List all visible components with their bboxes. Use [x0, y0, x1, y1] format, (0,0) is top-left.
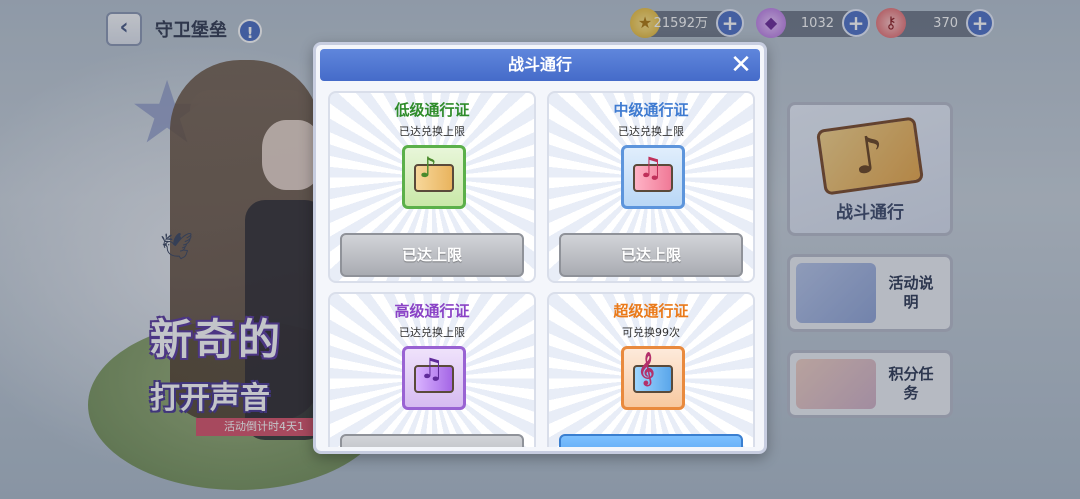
dialog-title: 战斗通行 [507, 55, 572, 74]
pass-card-intermediate: 中级通行证 已达兑换上限 ♫ 已达上限 [547, 91, 755, 283]
pass-status: 已达兑换上限 [399, 125, 465, 138]
pass-card-basic: 低级通行证 已达兑换上限 ♪ 已达上限 [328, 91, 536, 283]
pass-exchange-button[interactable] [340, 434, 524, 447]
pass-exchange-button[interactable] [559, 434, 743, 447]
dialog-header: 战斗通行 ✕ [320, 49, 760, 81]
pass-name: 中级通行证 [613, 101, 689, 119]
music-ticket-icon: ♪ [402, 145, 466, 209]
pass-name: 高级通行证 [394, 302, 470, 320]
close-icon: ✕ [730, 50, 752, 80]
music-ticket-icon: ♫ [621, 145, 685, 209]
pass-name: 低级通行证 [394, 101, 470, 119]
music-ticket-icon: ♫ [402, 346, 466, 410]
pass-status: 已达兑换上限 [399, 326, 465, 339]
pass-exchange-button[interactable]: 已达上限 [559, 233, 743, 277]
pass-name: 超级通行证 [613, 302, 689, 320]
pass-status: 已达兑换上限 [618, 125, 684, 138]
pass-exchange-button[interactable]: 已达上限 [340, 233, 524, 277]
pass-card-advanced: 高级通行证 已达兑换上限 ♫ [328, 292, 536, 447]
pass-card-super: 超级通行证 可兑换99次 𝄞 [547, 292, 755, 447]
dialog-body[interactable]: 低级通行证 已达兑换上限 ♪ 已达上限 中级通行证 已达兑换上限 ♫ 已达上限 … [320, 85, 760, 447]
music-ticket-icon: 𝄞 [621, 346, 685, 410]
pass-status: 可兑换99次 [622, 326, 680, 339]
close-button[interactable]: ✕ [728, 52, 754, 78]
battle-pass-dialog: 战斗通行 ✕ 低级通行证 已达兑换上限 ♪ 已达上限 中级通行证 已达兑换上限 … [313, 42, 767, 454]
